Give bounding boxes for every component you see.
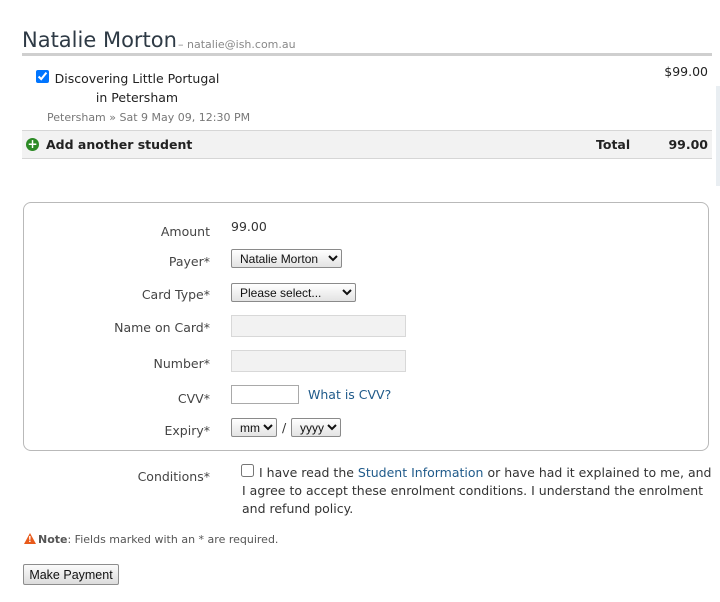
- expiry-separator: /: [282, 420, 287, 435]
- course-title: Discovering Little Portugal in Petersham: [54, 71, 220, 105]
- cvv-label: CVV*: [177, 391, 210, 406]
- course-price: $99.00: [664, 64, 708, 79]
- total-label: Total: [596, 137, 631, 152]
- cvv-input[interactable]: [231, 385, 299, 404]
- expiry-label: Expiry*: [164, 423, 211, 438]
- amount-label: Amount: [160, 224, 210, 239]
- card-type-label: Card Type*: [141, 287, 210, 302]
- what-is-cvv-link[interactable]: What is CVV?: [308, 387, 391, 402]
- card-number-input[interactable]: [231, 350, 406, 372]
- conditions-label: Conditions*: [137, 469, 210, 484]
- add-student-link[interactable]: Add another student: [46, 137, 192, 152]
- card-number-label: Number*: [153, 356, 210, 371]
- student-information-link[interactable]: Student Information: [358, 465, 484, 480]
- student-name: Natalie Morton: [22, 28, 177, 52]
- name-on-card-input[interactable]: [231, 315, 406, 337]
- total-value: 99.00: [668, 137, 708, 152]
- header-divider: [22, 53, 712, 56]
- payer-select[interactable]: Natalie Morton: [231, 249, 342, 268]
- conditions-text: I have read the Student Information or h…: [242, 465, 712, 516]
- plus-circle-icon[interactable]: +: [26, 138, 39, 151]
- student-email: – natalie@ish.com.au: [178, 38, 296, 51]
- expiry-year-select[interactable]: yyyy: [291, 418, 341, 437]
- amount-value: 99.00: [231, 219, 267, 234]
- warning-mark: !: [28, 535, 32, 544]
- scroll-edge: [716, 86, 720, 186]
- course-session-detail: Petersham » Sat 9 May 09, 12:30 PM: [47, 111, 251, 124]
- required-fields-note: Note: Fields marked with an * are requir…: [38, 533, 279, 546]
- expiry-month-select[interactable]: mm: [231, 418, 277, 437]
- payer-label: Payer*: [168, 254, 210, 269]
- make-payment-button[interactable]: Make Payment: [23, 564, 119, 585]
- card-type-select[interactable]: Please select...: [231, 283, 356, 302]
- course-enrol-checkbox[interactable]: [36, 70, 49, 83]
- name-on-card-label: Name on Card*: [114, 320, 210, 335]
